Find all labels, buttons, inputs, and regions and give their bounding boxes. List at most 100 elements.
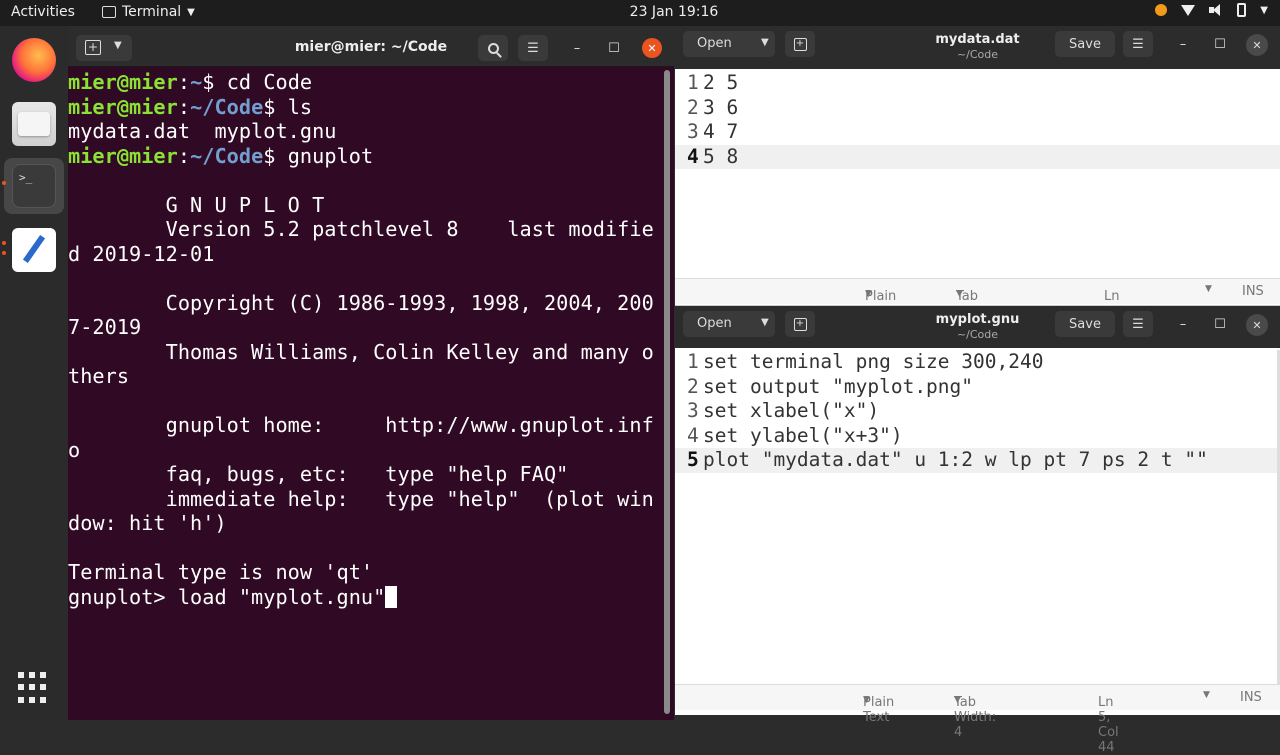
menu-button[interactable]: ☰: [518, 35, 548, 61]
status-bar: Plain Text ▼ Tab Width: 4 ▼ Ln 5, Col 44…: [675, 684, 1280, 755]
command-text: cd Code: [214, 70, 313, 94]
close-icon: ✕: [647, 41, 657, 55]
line-number: 4: [687, 144, 699, 168]
close-icon: ✕: [1252, 318, 1262, 332]
editor-line[interactable]: 34 7: [675, 120, 1280, 145]
editor-line[interactable]: 12 5: [675, 71, 1280, 96]
gedit-icon[interactable]: [12, 228, 56, 272]
running-indicator: [2, 251, 6, 255]
command-text: gnuplot: [275, 143, 374, 168]
dock: >_: [0, 26, 68, 720]
line-number: 4: [687, 423, 699, 447]
volume-icon: [1209, 4, 1223, 16]
prompt-user: mier@mier: [68, 70, 178, 94]
command-text: ls: [275, 94, 313, 119]
prompt-path: ~/Code: [190, 143, 264, 168]
insert-mode-label: INS: [1242, 284, 1264, 299]
insert-mode-label: INS: [1240, 690, 1262, 705]
top-bar: Activities Terminal ▼ 23 Jan 19:16 ▼: [0, 0, 1280, 26]
editor-window-mydata[interactable]: Open ▼ + mydata.dat ~/Code Save ☰ – ☐ ✕ …: [675, 26, 1280, 349]
chevron-down-icon[interactable]: ▼: [1205, 284, 1212, 294]
editor-line[interactable]: 3 set xlabel("x"): [675, 399, 1280, 424]
status-bar: Plain Text ▼ Tab Width: 4 ▼ Ln 4, Col 4 …: [675, 278, 1280, 349]
line-number: 2: [687, 374, 699, 398]
minimize-button[interactable]: –: [1170, 31, 1196, 57]
line-number: 1: [687, 71, 699, 94]
menu-button[interactable]: ☰: [1123, 311, 1153, 337]
terminal-output[interactable]: mier@mier:~$ cd Code mier@mier:~/Code$ l…: [68, 70, 664, 609]
line-text: 5 8: [703, 144, 739, 168]
editor-header: Open ▼ + mydata.dat ~/Code Save ☰ – ☐ ✕: [675, 26, 1280, 69]
clock[interactable]: 23 Jan 19:16: [0, 4, 1280, 20]
firefox-icon[interactable]: [12, 38, 56, 82]
battery-icon: [1237, 3, 1247, 17]
editor-line[interactable]: 4 set ylabel("x+3"): [675, 424, 1280, 449]
terminal-window[interactable]: + ▼ mier@mier: ~/Code ☰ – ☐ ✕ mier@mier:…: [68, 30, 674, 720]
line-number: 2: [687, 95, 699, 119]
save-button[interactable]: Save: [1055, 311, 1115, 337]
close-button[interactable]: ✕: [1246, 314, 1268, 336]
line-number: 1: [687, 350, 699, 373]
chevron-down-icon: ▼: [865, 289, 872, 299]
save-button[interactable]: Save: [1055, 31, 1115, 57]
menu-button[interactable]: ☰: [1123, 31, 1153, 57]
search-icon: [487, 42, 499, 54]
maximize-button[interactable]: ☐: [601, 35, 627, 61]
terminal-header: + ▼ mier@mier: ~/Code ☰ – ☐ ✕: [68, 30, 674, 67]
chevron-down-icon: ▼: [1260, 4, 1268, 16]
wifi-icon: [1181, 4, 1196, 16]
line-text: set xlabel("x"): [703, 399, 880, 422]
line-text: set terminal png size 300,240: [703, 350, 1044, 373]
minimize-button[interactable]: –: [564, 35, 590, 61]
close-button[interactable]: ✕: [1246, 34, 1268, 56]
menu-icon: ☰: [1132, 316, 1144, 332]
line-number: 3: [687, 399, 699, 422]
running-indicator: [2, 181, 6, 185]
editor-line[interactable]: 2 set output "myplot.png": [675, 375, 1280, 400]
minimize-button[interactable]: –: [1170, 311, 1196, 337]
editor-line[interactable]: 1 set terminal png size 300,240: [675, 350, 1280, 375]
chevron-down-icon: ▼: [954, 695, 961, 705]
line-text: 3 6: [703, 95, 739, 119]
maximize-button[interactable]: ☐: [1207, 31, 1233, 57]
prompt-user: mier@mier: [68, 143, 178, 168]
close-button[interactable]: ✕: [642, 38, 662, 58]
prompt-path: ~: [190, 70, 203, 94]
close-icon: ✕: [1252, 38, 1262, 52]
editor-text-area[interactable]: 12 523 634 745 8: [675, 71, 1280, 169]
line-number: 3: [687, 120, 699, 143]
line-number: 5: [687, 448, 699, 471]
line-text: 4 7: [703, 120, 739, 143]
app-grid-icon[interactable]: [18, 672, 50, 704]
maximize-button[interactable]: ☐: [1207, 311, 1233, 337]
system-tray[interactable]: ▼: [1155, 3, 1268, 17]
editor-text-area[interactable]: 1 set terminal png size 300,240 2 set outpu…: [675, 350, 1280, 473]
editor-header: Open ▼ + myplot.gnu ~/Code Save ☰ – ☐ ✕: [675, 306, 1280, 348]
gnuplot-banner: G N U P L O T Version 5.2 patchlevel 8 l…: [68, 192, 654, 584]
chevron-down-icon[interactable]: ▼: [1203, 690, 1210, 700]
menu-icon: ☰: [1132, 36, 1144, 52]
editor-line[interactable]: 45 8: [675, 144, 1280, 169]
files-icon[interactable]: [12, 102, 56, 146]
chevron-down-icon: ▼: [956, 289, 963, 299]
gnuplot-input[interactable]: gnuplot> load "myplot.gnu": [68, 585, 385, 609]
editor-window-myplot[interactable]: Open ▼ + myplot.gnu ~/Code Save ☰ – ☐ ✕ …: [675, 305, 1280, 755]
ls-output: mydata.dat myplot.gnu: [68, 119, 337, 143]
editor-line[interactable]: 23 6: [675, 96, 1280, 121]
terminal-icon[interactable]: >_: [12, 164, 56, 208]
notification-dot-icon: [1155, 4, 1168, 16]
cursor-position-label: Ln 5, Col 44: [1098, 695, 1119, 755]
line-text: set ylabel("x+3"): [703, 423, 903, 447]
menu-icon: ☰: [527, 40, 539, 56]
scrollbar[interactable]: [664, 70, 670, 714]
editor-line[interactable]: 5 plot "mydata.dat" u 1:2 w lp pt 7 ps 2 …: [675, 448, 1280, 473]
line-text: plot "mydata.dat" u 1:2 w lp pt 7 ps 2 t…: [703, 448, 1208, 471]
line-text: 2 5: [703, 71, 739, 94]
prompt-user: mier@mier: [68, 94, 178, 119]
text-cursor: [385, 585, 398, 608]
search-button[interactable]: [478, 35, 508, 61]
line-text: set output "myplot.png": [703, 374, 974, 398]
running-indicator: [2, 241, 6, 245]
prompt-path: ~/Code: [190, 94, 264, 119]
chevron-down-icon: ▼: [863, 695, 870, 705]
